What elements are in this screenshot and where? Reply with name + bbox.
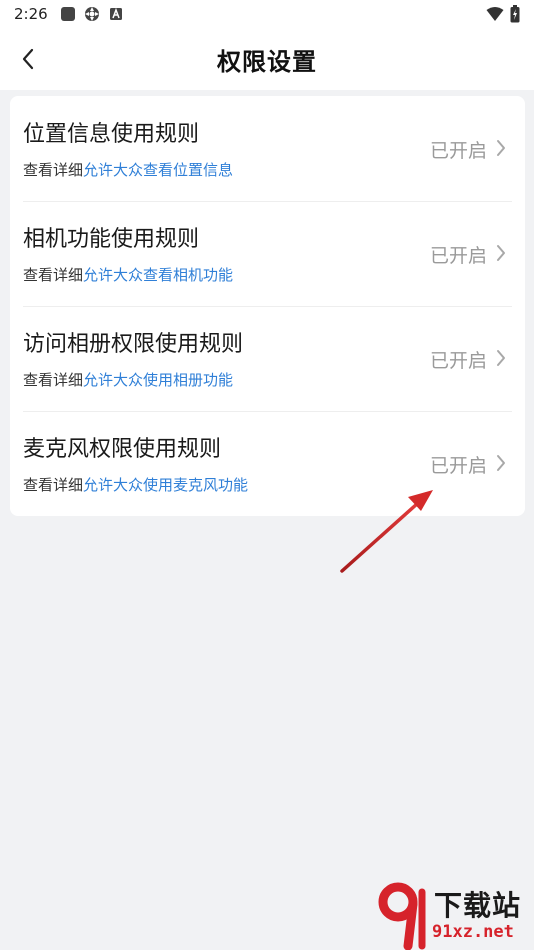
battery-icon [510,5,520,23]
watermark-url: 91xz.net [432,922,514,942]
detail-link[interactable]: 允许大众查看位置信息 [83,161,233,179]
watermark-text: 下载站 [434,889,522,922]
permission-row-camera[interactable]: 相机功能使用规则 查看详细允许大众查看相机功能 已开启 [10,201,525,306]
permission-detail: 查看详细允许大众查看位置信息 [23,159,233,180]
permission-detail: 查看详细允许大众使用麦克风功能 [23,474,248,495]
permission-status: 已开启 [429,140,487,162]
wifi-icon [486,7,504,21]
square-app-icon [60,7,75,21]
status-time: 2:26 [14,5,48,23]
a-app-icon [109,7,122,20]
gear-app-icon [84,7,99,21]
permission-status: 已开启 [429,350,487,372]
status-icons-left [60,6,124,22]
chevron-right-icon [497,140,505,156]
permission-title: 麦克风权限使用规则 [23,437,222,462]
chevron-right-icon [497,350,505,366]
status-icons-right [486,5,520,23]
permission-title: 访问相册权限使用规则 [23,332,244,357]
screen: 2:26 权限设置 位置信息使用规则 查看详细允许大众查看位置信息 已开启 相机… [0,0,534,950]
permission-row-album[interactable]: 访问相册权限使用规则 查看详细允许大众使用相册功能 已开启 [10,306,525,411]
header: 权限设置 [0,28,534,90]
detail-link[interactable]: 允许大众查看相机功能 [83,266,233,284]
permissions-list: 位置信息使用规则 查看详细允许大众查看位置信息 已开启 相机功能使用规则 查看详… [10,96,525,516]
detail-prefix: 查看详细 [23,266,84,284]
permission-title: 位置信息使用规则 [23,122,200,147]
permission-detail: 查看详细允许大众使用相册功能 [23,369,233,390]
page-title: 权限设置 [217,47,317,76]
permission-status: 已开启 [429,455,487,477]
chevron-right-icon [497,455,505,471]
detail-link[interactable]: 允许大众使用麦克风功能 [83,476,248,494]
watermark-logo-icon [378,882,426,950]
chevron-right-icon [497,245,505,261]
detail-link[interactable]: 允许大众使用相册功能 [83,371,233,389]
permission-status: 已开启 [429,245,487,267]
chevron-left-icon [22,48,34,70]
permission-title: 相机功能使用规则 [23,227,200,252]
status-bar: 2:26 [0,0,534,28]
back-button[interactable] [14,44,42,74]
detail-prefix: 查看详细 [23,476,84,494]
watermark: 下载站 91xz.net [378,880,534,950]
permission-row-location[interactable]: 位置信息使用规则 查看详细允许大众查看位置信息 已开启 [10,96,525,201]
permission-detail: 查看详细允许大众查看相机功能 [23,264,233,285]
detail-prefix: 查看详细 [23,371,84,389]
detail-prefix: 查看详细 [23,161,84,179]
permission-row-microphone[interactable]: 麦克风权限使用规则 查看详细允许大众使用麦克风功能 已开启 [10,411,525,516]
